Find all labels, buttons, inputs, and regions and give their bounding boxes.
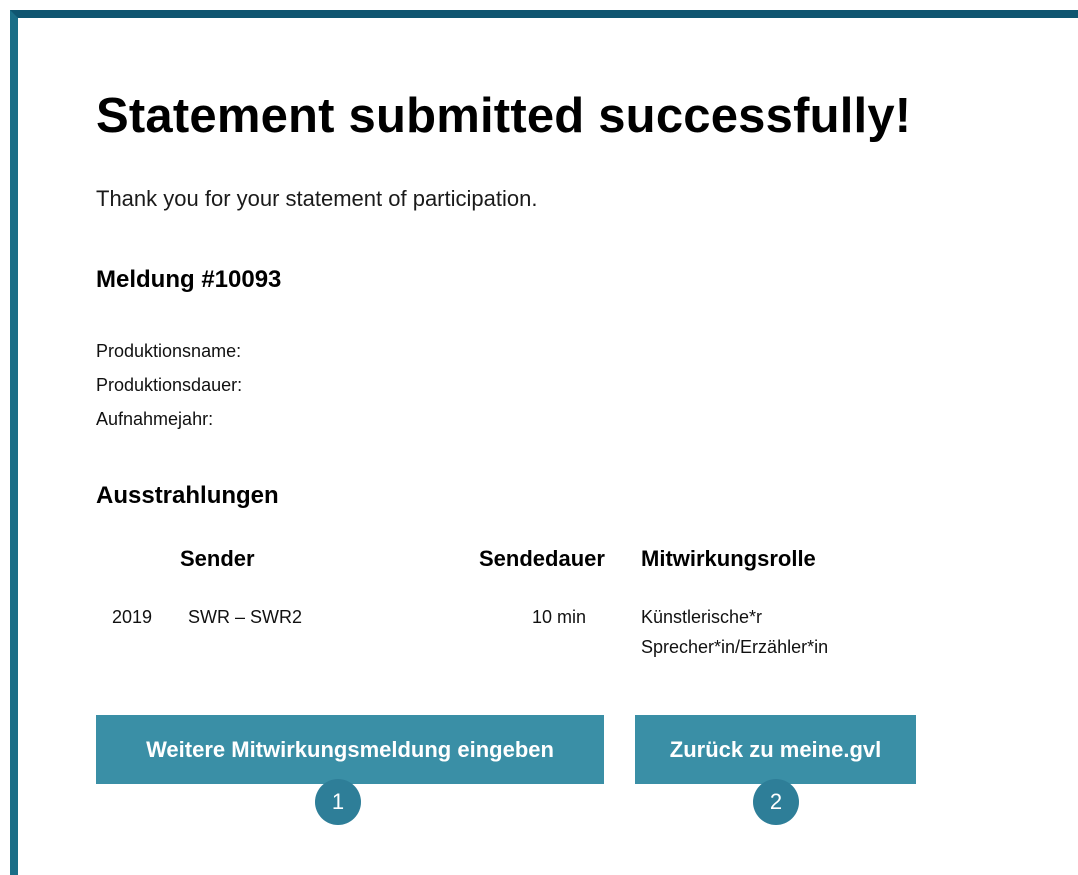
ausstrahlungen-heading: Ausstrahlungen bbox=[96, 482, 279, 509]
cell-sender: SWR – SWR2 bbox=[188, 607, 303, 627]
meldung-heading: Meldung #10093 bbox=[96, 266, 282, 293]
cell-mitwirkungsrolle: Künstlerische*r Sprecher*in/Erzähler*in bbox=[641, 607, 829, 657]
field-aufnahmejahr: Aufnahmejahr: bbox=[96, 409, 214, 429]
cell-year: 2019 bbox=[112, 607, 153, 627]
back-to-meine-gvl-button[interactable]: Zurück zu meine.gvl bbox=[635, 715, 916, 784]
cell-sendedauer: 10 min bbox=[531, 607, 586, 627]
production-fields: Produktionsname: Produktionsdauer: Aufna… bbox=[96, 334, 242, 436]
column-header-mitwirkungsrolle: Mitwirkungsrolle bbox=[641, 546, 816, 571]
field-produktionsname: Produktionsname: bbox=[96, 341, 242, 361]
intro-text: Thank you for your statement of particip… bbox=[96, 186, 538, 211]
field-produktionsdauer: Produktionsdauer: bbox=[96, 375, 243, 395]
step-badge-1: 1 bbox=[315, 779, 361, 825]
page-title: Statement submitted successfully! bbox=[96, 89, 912, 143]
step-badge-2: 2 bbox=[753, 779, 799, 825]
column-header-sender: Sender bbox=[180, 546, 255, 571]
column-header-sendedauer: Sendedauer bbox=[479, 546, 605, 571]
new-statement-button[interactable]: Weitere Mitwirkungsmeldung eingeben bbox=[96, 715, 604, 784]
